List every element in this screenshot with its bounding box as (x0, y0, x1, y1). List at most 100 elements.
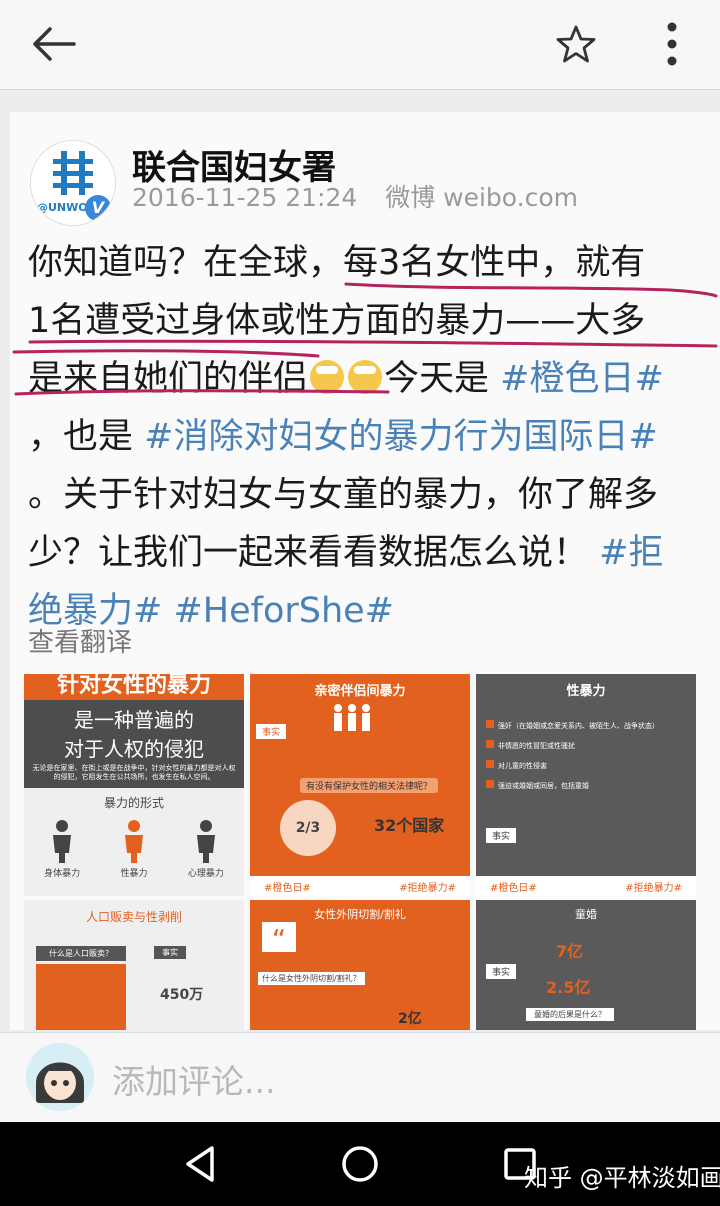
infographic-tile-trafficking[interactable]: 人口贩卖与性剥削 什么是人口贩卖？ 事实 450万 (24, 900, 244, 1030)
post-meta: 2016-11-25 21:24 微博 weibo.com (132, 178, 578, 214)
anime-avatar-icon (26, 1043, 94, 1111)
form-label: 性暴力 (120, 869, 148, 879)
author-avatar[interactable]: @UNWO V (30, 140, 116, 226)
image-grid: 针对女性的暴力 是一种普遍的 对于人权的侵犯 无论是在家里、在街上或是在战争中，… (24, 674, 696, 1030)
tile-question: 什么是女性外阴切割/割礼？ (258, 972, 365, 985)
fraction-circle: 2/3 (280, 800, 336, 856)
tile-footer: #橙色日# #拒绝暴力# (250, 876, 470, 896)
quote-icon: “ (262, 922, 296, 956)
forms-row: 身体暴力 性暴力 心理暴力 (24, 819, 244, 879)
nav-home-button[interactable] (340, 1144, 380, 1188)
tile-footer: #橙色日# #拒绝暴力# (476, 876, 696, 896)
footer-hashtag: #橙色日# (490, 883, 537, 894)
sick-face-emoji-icon (348, 360, 383, 394)
zhihu-watermark: 知乎 @平林淡如画 (524, 1164, 720, 1192)
post-line: 是来自她们的伴侣 今天是 #橙色日# (28, 350, 704, 408)
post-text: 少？让我们一起来看看数据怎么说！ (28, 533, 600, 573)
hashtag-elimination-day[interactable]: #消除对妇女的暴力行为国际日# (144, 417, 658, 457)
tile-title-main: 是一种普遍的 (74, 708, 194, 732)
infographic-tile-sexual-violence[interactable]: 性暴力 强奸（在婚姻或恋爱关系内、被陌生人、战争状态） 非情愿的性冒犯或性骚扰 … (476, 674, 696, 896)
circle-home-icon (342, 1146, 378, 1182)
hashtag-orange-day[interactable]: #橙色日# (500, 359, 664, 399)
translate-link[interactable]: 查看翻译 (28, 622, 132, 659)
footer-hashtag: #拒绝暴力# (625, 883, 682, 894)
user-avatar[interactable] (26, 1043, 94, 1111)
avatar-label: @UNWO (37, 201, 88, 214)
post-line: 少？让我们一起来看看数据怎么说！ #拒 (28, 524, 704, 582)
tile-header-banner: 针对女性的暴力 (24, 674, 244, 700)
list-item: 非情愿的性冒犯或性骚扰 (486, 740, 686, 751)
infographic-tile-child-marriage[interactable]: 童婚 事实 7亿 2.5亿 童婚的后果是什么？ (476, 900, 696, 1030)
post-line: 。关于针对妇女与女童的暴力，你了解多 (28, 466, 704, 524)
more-options-button[interactable] (642, 14, 702, 74)
form-label: 心理暴力 (187, 869, 224, 879)
post-line: 你知道吗？在全球，每3名女性中，就有 (28, 234, 704, 292)
person-icon (124, 820, 143, 863)
post-text: 。关于针对妇女与女童的暴力，你了解多 (28, 475, 659, 515)
tile-question: 什么是人口贩卖？ (36, 946, 126, 961)
infographic-tile-fgm[interactable]: 女性外阴切割/割礼 “ 什么是女性外阴切割/割礼？ 2亿 (250, 900, 470, 1030)
comment-bar: 添加评论... (0, 1032, 720, 1122)
back-button[interactable] (24, 14, 84, 74)
nav-back-button[interactable] (180, 1144, 220, 1188)
countries-stat: 32个国家 (374, 816, 445, 835)
post-text: 是来自她们的伴侣 (28, 359, 309, 399)
bullet-icon (486, 740, 494, 748)
trafficking-stat: 450万 (160, 987, 204, 1003)
post-body: 你知道吗？在全球，每3名女性中，就有 1名遭受过身体或性方面的暴力——大多 是来… (28, 234, 704, 640)
post-text: 1名遭受过身体或性方面的暴力——大多 (28, 301, 646, 341)
tile-question: 有没有保护女性的相关法律呢？ (300, 778, 439, 793)
tile-title: 女性外阴切割/割礼 (314, 908, 406, 921)
form-item: 心理暴力 (188, 819, 224, 879)
fact-label: 事实 (256, 724, 287, 739)
post-text: 你知道吗？在全球，每3名女性中，就有 (28, 243, 646, 283)
verified-badge: V (85, 195, 111, 221)
bullet-icon (486, 720, 494, 728)
back-arrow-icon (33, 27, 76, 61)
bullet-icon (486, 760, 494, 768)
fact-label: 事实 (486, 964, 517, 979)
item-list: 强奸（在婚姻或恋爱关系内、被陌生人、战争状态） 非情愿的性冒犯或性骚扰 对儿童的… (486, 720, 686, 800)
fact-label: 事实 (486, 828, 517, 843)
form-label: 身体暴力 (44, 869, 81, 879)
tile-desc: 无论是在家里、在街上或是在战争中，针对女性的暴力都是对人权的侵犯，它阻发生在公共… (32, 764, 236, 781)
person-icon (196, 820, 215, 863)
weibo-post-card: @UNWO V 联合国妇女署 2016-11-25 21:24 微博 weibo… (10, 112, 720, 1030)
footer-hashtag: #拒绝暴力# (399, 883, 456, 894)
infographic-tile-violence-rights[interactable]: 针对女性的暴力 是一种普遍的 对于人权的侵犯 无论是在家里、在街上或是在战争中，… (24, 674, 244, 896)
infographic-tile-partner-violence[interactable]: 亲密伴侣间暴力 事实 有没有保护女性的相关法律呢？ 2/3 32个国家 #橙色日… (250, 674, 470, 896)
list-item: 强迫或婚姻或同居，包括童婚 (486, 780, 686, 791)
post-source: 微博 weibo.com (385, 183, 578, 212)
list-item: 对儿童的性侵害 (486, 760, 686, 771)
footer-hashtag: #橙色日# (264, 883, 311, 894)
suitcase-panel (36, 964, 126, 1030)
bullet-icon (486, 780, 494, 788)
post-text: 今天是 (384, 359, 501, 399)
tile-title: 性暴力 (566, 684, 606, 699)
favorite-button[interactable] (546, 14, 606, 74)
tile-title: 亲密伴侣间暴力 (314, 684, 406, 699)
post-line: ，也是 #消除对妇女的暴力行为国际日# (28, 408, 704, 466)
tile-title-sub: 对于人权的侵犯 (64, 737, 204, 761)
list-item-label: 对儿童的性侵害 (498, 762, 547, 770)
person-icon (53, 820, 72, 863)
post-line: 1名遭受过身体或性方面的暴力——大多 (28, 292, 704, 350)
fgm-stat: 2亿 (398, 1011, 422, 1027)
people-group-icon (334, 704, 370, 731)
sick-face-emoji-icon (310, 360, 345, 394)
list-item-label: 强迫或婚姻或同居，包括童婚 (498, 782, 589, 790)
comment-input[interactable]: 添加评论... (112, 1055, 275, 1103)
post-timestamp: 2016-11-25 21:24 (132, 183, 358, 212)
more-vertical-icon (667, 22, 677, 66)
tile-question: 童婚的后果是什么？ (526, 1008, 614, 1021)
fact-label: 事实 (154, 946, 186, 959)
form-item: 性暴力 (120, 819, 148, 879)
child-marriage-stat: 2.5亿 (546, 978, 591, 997)
child-marriage-stat: 7亿 (556, 942, 584, 961)
top-app-bar (0, 0, 720, 90)
hashtag-say-no-part[interactable]: #拒 (599, 533, 663, 573)
tile-title: 人口贩卖与性剥削 (85, 910, 182, 924)
tile-title: 童婚 (575, 908, 597, 921)
list-item-label: 非情愿的性冒犯或性骚扰 (498, 742, 575, 750)
star-icon (556, 25, 596, 63)
